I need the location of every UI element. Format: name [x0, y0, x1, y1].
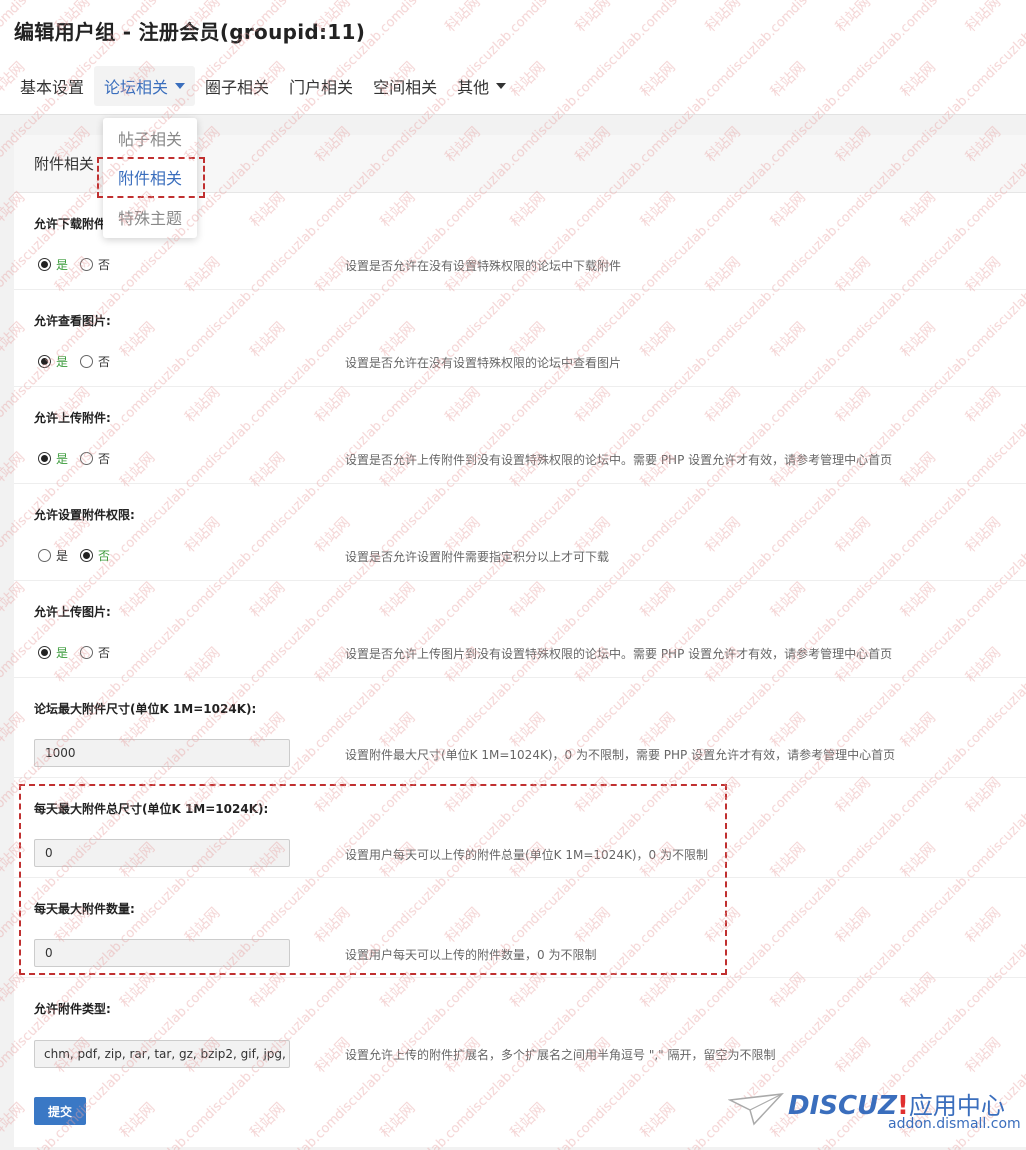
- setting-label: 允许上传附件:: [34, 411, 111, 425]
- setting-hint: 设置是否允许在没有设置特殊权限的论坛中查看图片: [345, 356, 622, 370]
- radio-no-label: 否: [98, 258, 111, 272]
- setting-row: 允许上传图片: 是 否 设置是否允许上传图片到没有设置特殊权限的论坛中。需要 P…: [14, 581, 1026, 678]
- tab-label: 论坛相关: [104, 78, 169, 97]
- radio-no-label: 否: [98, 549, 111, 563]
- radio-yes[interactable]: [38, 452, 51, 465]
- setting-label: 允许查看图片:: [34, 314, 111, 328]
- tab-label: 门户相关: [289, 78, 354, 97]
- dropdown-item-special-topics[interactable]: 特殊主题: [103, 199, 197, 235]
- setting-label: 允许附件类型:: [34, 1002, 111, 1016]
- tab-space[interactable]: 空间相关: [363, 66, 447, 106]
- page-title: 编辑用户组 - 注册会员(groupid:11): [14, 20, 366, 44]
- tab-other[interactable]: 其他: [447, 66, 516, 106]
- radio-group: 是 否: [38, 644, 122, 661]
- top-nav: 基本设置 论坛相关 圈子相关 门户相关 空间相关 其他: [0, 66, 1026, 106]
- radio-group: 是 否: [38, 353, 122, 370]
- radio-no-label: 否: [98, 355, 111, 369]
- radio-yes[interactable]: [38, 258, 51, 271]
- setting-hint: 设置是否允许设置附件需要指定积分以上才可下载: [345, 550, 610, 564]
- radio-yes[interactable]: [38, 549, 51, 562]
- setting-hint: 设置是否允许上传图片到没有设置特殊权限的论坛中。需要 PHP 设置允许才有效，请…: [345, 647, 893, 661]
- caret-down-icon: [175, 83, 186, 89]
- radio-yes-label: 是: [56, 452, 69, 466]
- tab-label: 基本设置: [20, 78, 85, 97]
- tab-label: 其他: [457, 78, 490, 97]
- radio-no-label: 否: [98, 452, 111, 466]
- setting-row: 允许设置附件权限: 是 否 设置是否允许设置附件需要指定积分以上才可下载: [14, 484, 1026, 581]
- highlight-box: [97, 157, 205, 198]
- tab-forum[interactable]: 论坛相关: [94, 66, 196, 106]
- setting-label: 允许设置附件权限:: [34, 508, 135, 522]
- setting-row: 允许查看图片: 是 否 设置是否允许在没有设置特殊权限的论坛中查看图片: [14, 290, 1026, 387]
- logo-brand-text: DISCUZ: [788, 1091, 898, 1121]
- setting-hint: 设置是否允许在没有设置特殊权限的论坛中下载附件: [345, 259, 622, 273]
- dropdown-item-posts[interactable]: 帖子相关: [103, 120, 197, 156]
- tab-basic-settings[interactable]: 基本设置: [0, 66, 94, 106]
- radio-group: 是 否: [38, 450, 122, 467]
- setting-label: 允许上传图片:: [34, 605, 111, 619]
- radio-yes-label: 是: [56, 549, 69, 563]
- logo-url: addon.dismall.com: [888, 1116, 1021, 1132]
- radio-group: 是 否: [38, 256, 122, 273]
- radio-group: 是 否: [38, 547, 122, 564]
- setting-hint: 设置是否允许上传附件到没有设置特殊权限的论坛中。需要 PHP 设置允许才有效，请…: [345, 453, 893, 467]
- settings-panel: 附件相关 允许下载附件: 是 否 设置是否允许在没有设置特殊权限的论坛中下载附件…: [14, 135, 1026, 1147]
- radio-yes-label: 是: [56, 355, 69, 369]
- radio-no[interactable]: [80, 549, 94, 562]
- setting-label: 论坛最大附件尺寸(单位K 1M=1024K):: [34, 702, 257, 716]
- submit-button[interactable]: 提交: [34, 1097, 86, 1125]
- attach-types-input[interactable]: chm, pdf, zip, rar, tar, gz, bzip2, gif,…: [34, 1040, 290, 1068]
- content-area: 附件相关 允许下载附件: 是 否 设置是否允许在没有设置特殊权限的论坛中下载附件…: [0, 114, 1026, 1150]
- radio-no[interactable]: [80, 355, 94, 368]
- caret-down-icon: [496, 83, 507, 89]
- setting-row: 允许附件类型: chm, pdf, zip, rar, tar, gz, bzi…: [14, 978, 1026, 1078]
- highlight-box: [19, 784, 727, 975]
- tab-label: 圈子相关: [205, 78, 270, 97]
- paper-plane-icon: [728, 1093, 784, 1126]
- setting-hint: 设置附件最大尺寸(单位K 1M=1024K)，0 为不限制，需要 PHP 设置允…: [345, 748, 896, 762]
- discuz-logo: DISCUZ!应用中心 addon.dismall.com: [728, 1086, 1021, 1136]
- tab-group[interactable]: 圈子相关: [195, 66, 279, 106]
- radio-yes-label: 是: [56, 258, 69, 272]
- radio-yes[interactable]: [38, 355, 51, 368]
- radio-no[interactable]: [80, 452, 94, 465]
- panel-heading-text: 附件相关: [34, 155, 95, 173]
- setting-label: 允许下载附件:: [34, 217, 111, 231]
- setting-hint: 设置允许上传的附件扩展名，多个扩展名之间用半角逗号 "," 隔开，留空为不限制: [345, 1048, 776, 1062]
- radio-no[interactable]: [80, 646, 94, 659]
- radio-no[interactable]: [80, 258, 94, 271]
- tab-portal[interactable]: 门户相关: [279, 66, 363, 106]
- setting-row: 允许上传附件: 是 否 设置是否允许上传附件到没有设置特殊权限的论坛中。需要 P…: [14, 387, 1026, 484]
- setting-row: 论坛最大附件尺寸(单位K 1M=1024K): 1000 设置附件最大尺寸(单位…: [14, 678, 1026, 778]
- radio-no-label: 否: [98, 646, 111, 660]
- radio-yes-label: 是: [56, 646, 69, 660]
- max-attach-size-input[interactable]: 1000: [34, 739, 290, 767]
- tab-label: 空间相关: [373, 78, 438, 97]
- radio-yes[interactable]: [38, 646, 51, 659]
